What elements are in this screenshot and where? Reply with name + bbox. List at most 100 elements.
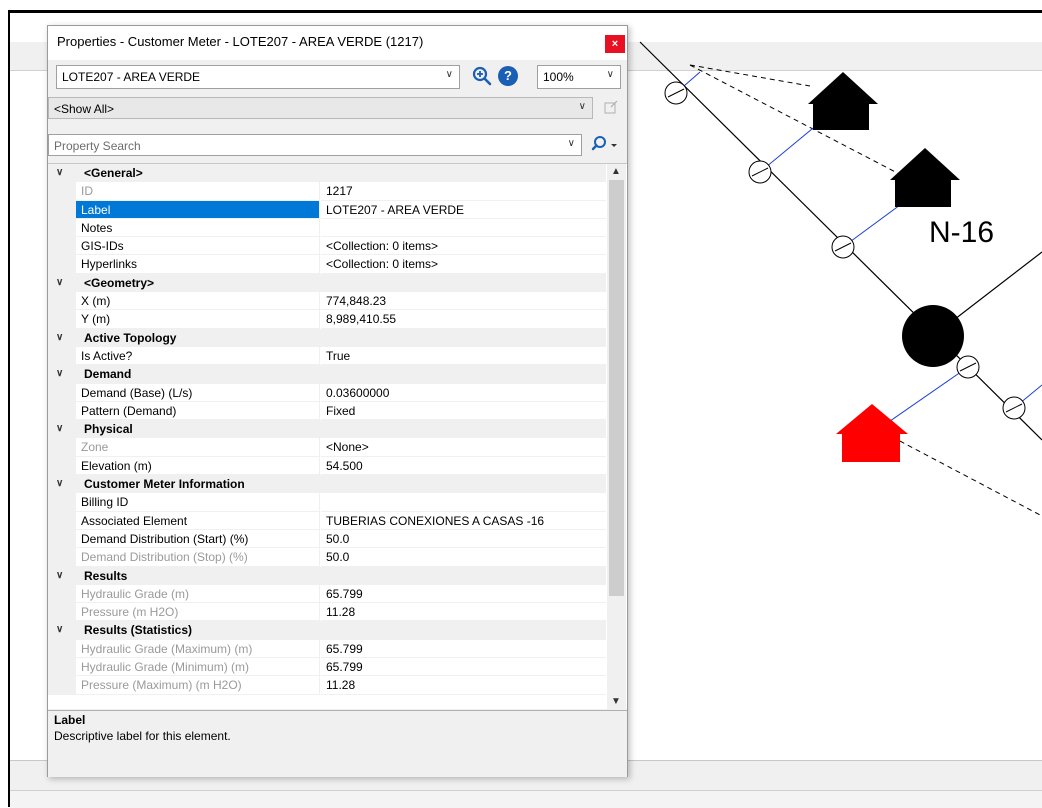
category-label: Active Topology xyxy=(84,330,177,345)
property-value[interactable]: 774,848.23 xyxy=(321,292,606,311)
property-name: Hydraulic Grade (m) xyxy=(76,584,320,604)
property-name: Pattern (Demand) xyxy=(76,401,320,421)
element-selector[interactable]: LOTE207 - AREA VERDE ∨ xyxy=(56,65,460,89)
property-value[interactable]: <Collection: 0 items> xyxy=(321,237,606,256)
property-row[interactable]: Pressure (m H2O) 11.28 xyxy=(48,603,606,622)
row-gutter xyxy=(48,401,76,421)
scroll-down-icon[interactable]: ▼ xyxy=(611,696,621,707)
collapse-chevron-icon[interactable]: ∨ xyxy=(56,329,63,347)
row-gutter xyxy=(48,639,76,659)
property-name: Demand Distribution (Start) (%) xyxy=(76,529,320,549)
property-value[interactable]: <Collection: 0 items> xyxy=(321,255,606,274)
property-name: Pressure (Maximum) (m H2O) xyxy=(76,676,320,695)
title-bar: Properties - Customer Meter - LOTE207 - … xyxy=(48,26,627,60)
property-value[interactable]: LOTE207 - AREA VERDE xyxy=(321,201,606,219)
property-name: ID xyxy=(76,182,320,201)
category-row[interactable]: ∨ <Geometry> xyxy=(48,273,606,293)
category-row[interactable]: ∨ <General> xyxy=(48,164,606,183)
property-value[interactable] xyxy=(321,493,606,512)
collapse-chevron-icon[interactable]: ∨ xyxy=(56,274,63,292)
property-row[interactable]: Elevation (m) 54.500 xyxy=(48,456,606,476)
category-row[interactable]: ∨ Demand xyxy=(48,365,606,384)
property-filter-select[interactable]: <Show All> ∨ xyxy=(48,97,593,119)
property-row[interactable]: Notes xyxy=(48,218,606,238)
property-value[interactable]: 8,989,410.55 xyxy=(321,310,606,329)
property-filter-value: <Show All> xyxy=(54,102,115,116)
row-gutter xyxy=(48,511,76,530)
property-row[interactable]: Demand Distribution (Stop) (%) 50.0 xyxy=(48,548,606,567)
property-value: 65.799 xyxy=(321,658,606,677)
category-row[interactable]: ∨ Results xyxy=(48,566,606,585)
property-grid-rows: ∨ <General> ID 1217 Label LOTE207 - AREA VERD… xyxy=(48,164,606,695)
property-value[interactable]: TUBERIAS CONEXIONES A CASAS -16 xyxy=(321,512,606,530)
row-gutter xyxy=(48,676,76,695)
property-row[interactable]: GIS-IDs <Collection: 0 items> xyxy=(48,237,606,256)
help-button[interactable]: ? xyxy=(498,66,518,86)
chevron-down-icon: ∨ xyxy=(578,101,586,112)
property-value: 65.799 xyxy=(321,585,606,604)
property-row[interactable]: Pressure (Maximum) (m H2O) 11.28 xyxy=(48,676,606,695)
property-value: 50.0 xyxy=(321,548,606,567)
property-name: Y (m) xyxy=(76,310,320,329)
search-button[interactable] xyxy=(588,134,620,156)
chevron-down-icon: ∨ xyxy=(567,138,575,149)
property-row[interactable]: Hyperlinks <Collection: 0 items> xyxy=(48,255,606,274)
row-gutter xyxy=(48,529,76,549)
property-name: Is Active? xyxy=(76,346,320,366)
chevron-down-icon: ∨ xyxy=(445,69,453,80)
close-button[interactable]: × xyxy=(605,35,625,53)
category-row[interactable]: ∨ Active Topology xyxy=(48,328,606,347)
property-search-input[interactable]: Property Search ∨ xyxy=(48,134,582,156)
property-row[interactable]: Is Active? True xyxy=(48,346,606,366)
property-row[interactable]: Label LOTE207 - AREA VERDE xyxy=(48,200,606,219)
category-row[interactable]: ∨ Customer Meter Information xyxy=(48,475,606,494)
row-gutter xyxy=(48,346,76,366)
collapse-chevron-icon[interactable]: ∨ xyxy=(56,420,63,438)
property-name: Demand Distribution (Stop) (%) xyxy=(76,548,320,567)
property-grid[interactable]: ∨ <General> ID 1217 Label LOTE207 - AREA VERD… xyxy=(48,163,627,709)
app-status-bar xyxy=(10,790,1042,808)
element-selector-value: LOTE207 - AREA VERDE xyxy=(62,70,201,84)
category-row[interactable]: ∨ Physical xyxy=(48,420,606,439)
description-text: Descriptive label for this element. xyxy=(54,729,231,743)
property-row[interactable]: Billing ID xyxy=(48,493,606,512)
property-value[interactable]: Fixed xyxy=(321,402,606,421)
property-value[interactable] xyxy=(321,219,606,238)
row-gutter xyxy=(48,218,76,238)
property-value: 11.28 xyxy=(321,676,606,695)
property-row[interactable]: Y (m) 8,989,410.55 xyxy=(48,310,606,329)
property-value[interactable]: 50.0 xyxy=(321,530,606,549)
row-gutter xyxy=(48,493,76,512)
property-row[interactable]: Hydraulic Grade (m) 65.799 xyxy=(48,584,606,604)
zoom-in-button[interactable] xyxy=(471,65,493,87)
property-row[interactable]: Hydraulic Grade (Minimum) (m) 65.799 xyxy=(48,658,606,677)
property-row[interactable]: ID 1217 xyxy=(48,182,606,201)
dialog-title: Properties - Customer Meter - LOTE207 - … xyxy=(57,34,424,49)
property-name: Zone xyxy=(76,438,320,457)
property-value[interactable]: 0.03600000 xyxy=(321,384,606,402)
collapse-chevron-icon[interactable]: ∨ xyxy=(56,164,63,182)
category-label: Demand xyxy=(84,367,132,382)
property-name: Hydraulic Grade (Maximum) (m) xyxy=(76,639,320,659)
collapse-chevron-icon[interactable]: ∨ xyxy=(56,475,63,493)
edit-icon[interactable] xyxy=(603,99,619,115)
property-row[interactable]: Pattern (Demand) Fixed xyxy=(48,401,606,421)
zoom-level-select[interactable]: 100% ∨ xyxy=(537,65,621,89)
scroll-up-icon[interactable]: ▲ xyxy=(611,166,621,177)
vertical-scrollbar[interactable]: ▲ ▼ xyxy=(607,164,626,709)
property-row[interactable]: Demand (Base) (L/s) 0.03600000 xyxy=(48,383,606,402)
property-row[interactable]: Demand Distribution (Start) (%) 50.0 xyxy=(48,529,606,549)
category-row[interactable]: ∨ Results (Statistics) xyxy=(48,621,606,640)
property-row[interactable]: Associated Element TUBERIAS CONEXIONES A … xyxy=(48,511,606,530)
scrollbar-thumb[interactable] xyxy=(609,180,624,596)
collapse-chevron-icon[interactable]: ∨ xyxy=(56,621,63,639)
property-row[interactable]: Zone <None> xyxy=(48,438,606,457)
collapse-chevron-icon[interactable]: ∨ xyxy=(56,567,63,585)
property-value[interactable]: True xyxy=(321,347,606,366)
property-value: 65.799 xyxy=(321,640,606,659)
property-value[interactable]: 54.500 xyxy=(321,457,606,476)
collapse-chevron-icon[interactable]: ∨ xyxy=(56,365,63,383)
property-row[interactable]: X (m) 774,848.23 xyxy=(48,292,606,311)
property-row[interactable]: Hydraulic Grade (Maximum) (m) 65.799 xyxy=(48,639,606,659)
property-name: Elevation (m) xyxy=(76,456,320,476)
